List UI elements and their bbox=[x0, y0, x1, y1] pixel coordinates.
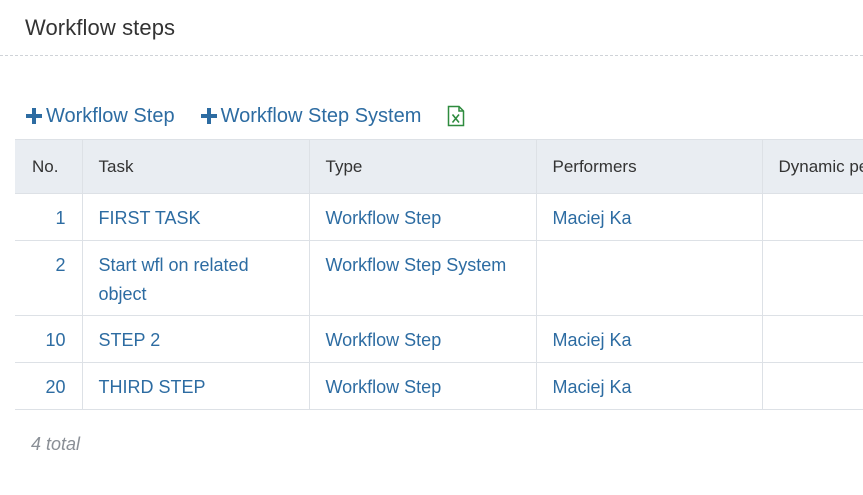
type-link[interactable]: Workflow Step bbox=[308, 193, 537, 241]
row-number: 20 bbox=[15, 362, 83, 410]
table-row[interactable]: 2 Start wfl on related object Workflow S… bbox=[15, 240, 863, 316]
add-workflow-step-button[interactable]: Workflow Step bbox=[26, 105, 175, 128]
performers-cell bbox=[535, 240, 763, 316]
type-link[interactable]: Workflow Step bbox=[308, 315, 537, 363]
add-workflow-step-label: Workflow Step bbox=[46, 104, 175, 127]
total-count: 4 total bbox=[31, 434, 81, 454]
column-header-dynamic-performers[interactable]: Dynamic pe bbox=[761, 139, 863, 194]
performers-link[interactable]: Maciej Ka bbox=[535, 362, 763, 410]
section-header: Workflow steps bbox=[0, 0, 863, 56]
workflow-steps-panel: Workflow steps Workflow Step Workflow St… bbox=[0, 0, 863, 495]
toolbar: Workflow Step Workflow Step System bbox=[26, 101, 465, 131]
dynamic-performers-cell bbox=[761, 362, 863, 410]
column-header-no[interactable]: No. bbox=[15, 139, 83, 194]
row-number: 10 bbox=[15, 315, 83, 363]
add-workflow-step-system-label: Workflow Step System bbox=[220, 104, 422, 127]
plus-icon bbox=[200, 108, 217, 124]
dynamic-performers-cell bbox=[761, 315, 863, 363]
dynamic-performers-cell bbox=[761, 240, 863, 316]
plus-icon bbox=[26, 108, 42, 124]
page-title: Workflow steps bbox=[25, 15, 176, 40]
task-link[interactable]: THIRD STEP bbox=[81, 362, 310, 410]
task-link[interactable]: STEP 2 bbox=[81, 315, 310, 363]
table-row[interactable]: 20 THIRD STEP Workflow Step Maciej Ka bbox=[15, 362, 863, 410]
row-number: 1 bbox=[15, 193, 83, 241]
column-header-type[interactable]: Type bbox=[308, 139, 537, 194]
task-link[interactable]: FIRST TASK bbox=[81, 193, 310, 241]
column-header-performers[interactable]: Performers bbox=[535, 139, 763, 194]
type-link[interactable]: Workflow Step bbox=[308, 362, 537, 410]
table-header-row: No. Task Type Performers Dynamic pe bbox=[15, 139, 863, 194]
add-workflow-step-system-button[interactable]: Workflow Step System bbox=[200, 104, 422, 128]
table-row[interactable]: 1 FIRST TASK Workflow Step Maciej Ka bbox=[15, 193, 863, 241]
table-row[interactable]: 10 STEP 2 Workflow Step Maciej Ka bbox=[15, 315, 863, 363]
task-link[interactable]: Start wfl on related object bbox=[81, 240, 310, 316]
column-header-task[interactable]: Task bbox=[81, 139, 310, 194]
row-number: 2 bbox=[15, 240, 83, 316]
performers-link[interactable]: Maciej Ka bbox=[535, 315, 763, 363]
workflow-steps-table: No. Task Type Performers Dynamic pe 1 FI… bbox=[15, 139, 863, 410]
dynamic-performers-cell bbox=[761, 193, 863, 241]
excel-export-icon[interactable] bbox=[447, 105, 465, 127]
performers-link[interactable]: Maciej Ka bbox=[535, 193, 763, 241]
type-link[interactable]: Workflow Step System bbox=[308, 240, 537, 316]
